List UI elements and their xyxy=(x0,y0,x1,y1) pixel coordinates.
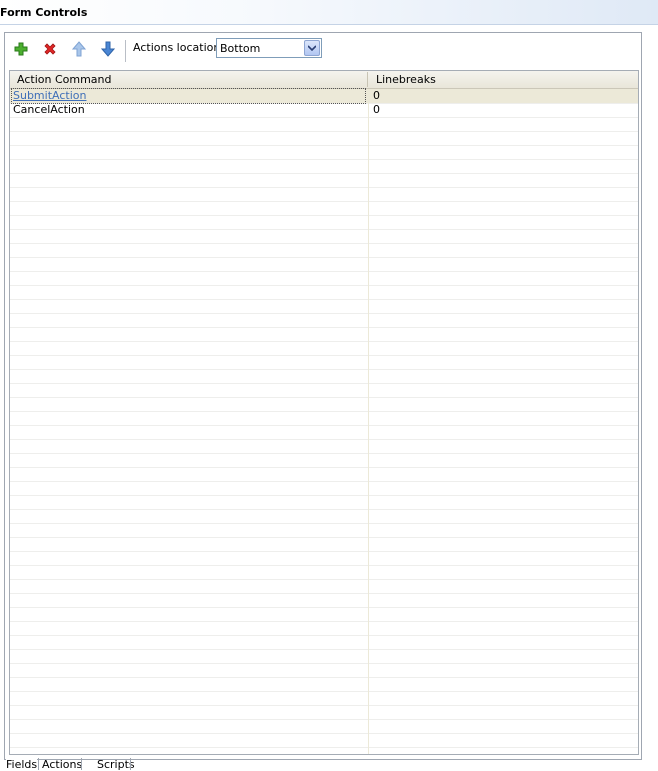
toolbar: Actions location: Bottom xyxy=(5,33,641,67)
empty-row[interactable] xyxy=(10,397,638,412)
editor-header: Form Controls xyxy=(0,0,658,25)
empty-row[interactable] xyxy=(10,271,638,286)
empty-row[interactable] xyxy=(10,719,638,734)
empty-row[interactable] xyxy=(10,145,638,160)
empty-row[interactable] xyxy=(10,635,638,650)
empty-row[interactable] xyxy=(10,579,638,594)
empty-row[interactable] xyxy=(10,243,638,258)
empty-row[interactable] xyxy=(10,215,638,230)
empty-row[interactable] xyxy=(10,537,638,552)
empty-row[interactable] xyxy=(10,299,638,314)
tab-scripts[interactable]: Scripts xyxy=(97,759,135,771)
add-button[interactable] xyxy=(11,39,31,59)
table-row[interactable]: CancelAction 0 xyxy=(10,103,638,118)
empty-row[interactable] xyxy=(10,425,638,440)
actions-location-label: Actions location: xyxy=(133,41,225,54)
empty-row[interactable] xyxy=(10,649,638,664)
tab-divider xyxy=(38,758,39,770)
column-header-linebreaks[interactable]: Linebreaks xyxy=(376,73,436,86)
actions-location-value: Bottom xyxy=(220,42,261,55)
tab-actions[interactable]: Actions xyxy=(42,759,82,771)
column-divider xyxy=(368,89,369,754)
empty-row[interactable] xyxy=(10,481,638,496)
empty-row[interactable] xyxy=(10,705,638,720)
tab-fields[interactable]: Fields xyxy=(6,759,38,771)
empty-row[interactable] xyxy=(10,565,638,580)
empty-row[interactable] xyxy=(10,439,638,454)
empty-row[interactable] xyxy=(10,159,638,174)
table-row[interactable]: SubmitAction 0 xyxy=(10,88,638,104)
table-header: Action Command Linebreaks xyxy=(10,71,638,89)
empty-row[interactable] xyxy=(10,313,638,328)
actions-table[interactable]: Action Command Linebreaks SubmitAction 0 C… xyxy=(9,70,639,755)
empty-row[interactable] xyxy=(10,369,638,384)
empty-row[interactable] xyxy=(10,355,638,370)
move-down-button[interactable] xyxy=(98,39,118,59)
toolbar-separator xyxy=(125,40,127,62)
empty-row[interactable] xyxy=(10,229,638,244)
chevron-down-icon[interactable] xyxy=(304,40,320,56)
empty-row[interactable] xyxy=(10,117,638,132)
linebreaks-cell[interactable]: 0 xyxy=(373,103,380,117)
column-divider xyxy=(367,72,368,87)
empty-row[interactable] xyxy=(10,131,638,146)
column-header-action-command[interactable]: Action Command xyxy=(17,73,111,86)
action-command-cell[interactable]: CancelAction xyxy=(13,103,85,117)
empty-row[interactable] xyxy=(10,467,638,482)
linebreaks-cell[interactable]: 0 xyxy=(373,89,380,103)
form-controls-panel: Actions location: Bottom Action Command … xyxy=(4,32,642,760)
empty-row[interactable] xyxy=(10,691,638,706)
tab-divider xyxy=(81,758,82,770)
actions-location-select[interactable]: Bottom xyxy=(216,38,322,58)
empty-row[interactable] xyxy=(10,621,638,636)
empty-row[interactable] xyxy=(10,201,638,216)
empty-row[interactable] xyxy=(10,495,638,510)
empty-row[interactable] xyxy=(10,551,638,566)
empty-row[interactable] xyxy=(10,733,638,748)
empty-row[interactable] xyxy=(10,607,638,622)
arrow-up-icon xyxy=(72,41,86,57)
arrow-down-icon xyxy=(101,41,115,57)
empty-row[interactable] xyxy=(10,509,638,524)
empty-row[interactable] xyxy=(10,523,638,538)
empty-row[interactable] xyxy=(10,341,638,356)
empty-row[interactable] xyxy=(10,257,638,272)
empty-row[interactable] xyxy=(10,327,638,342)
empty-row[interactable] xyxy=(10,663,638,678)
empty-row[interactable] xyxy=(10,411,638,426)
action-command-cell[interactable]: SubmitAction xyxy=(11,88,366,104)
page-title: Form Controls xyxy=(0,6,88,19)
move-up-button[interactable] xyxy=(69,39,89,59)
empty-row[interactable] xyxy=(10,593,638,608)
empty-row[interactable] xyxy=(10,383,638,398)
tab-divider xyxy=(130,758,131,770)
empty-row[interactable] xyxy=(10,173,638,188)
delete-x-icon xyxy=(44,43,56,55)
empty-row[interactable] xyxy=(10,677,638,692)
empty-row[interactable] xyxy=(10,285,638,300)
remove-button[interactable] xyxy=(40,39,60,59)
plus-icon xyxy=(14,42,28,56)
editor-tabs: Fields Actions Scripts xyxy=(0,758,658,771)
empty-row[interactable] xyxy=(10,453,638,468)
empty-row[interactable] xyxy=(10,187,638,202)
